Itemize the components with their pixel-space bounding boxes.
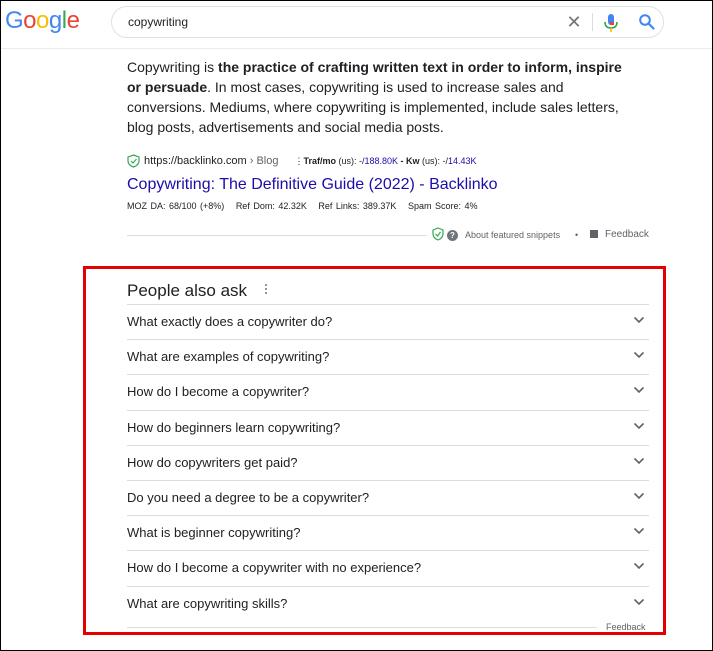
chevron-down-icon[interactable] <box>633 422 645 430</box>
paa-divider <box>127 627 597 628</box>
logo-letter: G <box>5 7 24 34</box>
chevron-down-icon[interactable] <box>633 562 645 570</box>
more-options-icon[interactable] <box>263 283 269 297</box>
keyword-value[interactable]: 14.43K <box>448 156 477 166</box>
feedback-flag-icon <box>590 230 598 238</box>
paa-title: People also ask <box>127 281 248 300</box>
seo-metrics: ⋮Traf/mo (us): -/188.80K - Kw (us): -/14… <box>294 155 477 166</box>
help-icon[interactable]: ? <box>447 230 458 241</box>
chevron-down-icon[interactable] <box>633 351 645 359</box>
paa-question-text: How do copywriters get paid? <box>127 454 298 470</box>
paa-question-text: How do I become a copywriter? <box>127 384 310 400</box>
mic-icon[interactable] <box>602 12 620 34</box>
paa-question-text: What exactly does a copywriter do? <box>127 314 333 329</box>
chevron-down-icon[interactable] <box>633 457 645 465</box>
featured-snippet-text: Copywriting is the practice of crafting … <box>127 57 637 137</box>
paa-feedback-link[interactable]: Feedback <box>606 622 646 632</box>
search-box[interactable]: copywriting ✕ <box>111 6 664 38</box>
paa-question[interactable]: What is beginner copywriting? <box>127 515 649 550</box>
clear-icon[interactable]: ✕ <box>565 12 583 32</box>
paa-question-text: What is beginner copywriting? <box>127 525 301 541</box>
paa-list: What exactly does a copywriter do? What a… <box>127 304 649 621</box>
about-featured-snippets-link[interactable]: About featured snippets <box>465 230 560 240</box>
chevron-down-icon[interactable] <box>633 598 645 606</box>
chevron-down-icon[interactable] <box>633 316 645 324</box>
divider <box>127 235 427 236</box>
logo-letter: o <box>23 7 37 34</box>
keyword-label: - Kw <box>398 155 420 166</box>
shield-check-icon <box>127 154 140 168</box>
paa-question[interactable]: How do I become a copywriter with no exp… <box>127 550 649 585</box>
moz-da: MOZ DA: 68/100 (+8%) <box>127 201 225 211</box>
result-title-link[interactable]: Copywriting: The Definitive Guide (2022)… <box>127 176 498 194</box>
google-logo[interactable]: Google <box>5 7 80 35</box>
paa-question[interactable]: Do you need a degree to be a copywriter? <box>127 479 649 515</box>
chevron-down-icon[interactable] <box>633 492 645 500</box>
paa-question-text: How do beginners learn copywriting? <box>127 419 341 435</box>
result-breadcrumb: › Blog <box>249 155 279 167</box>
paa-question[interactable]: What exactly does a copywriter do? <box>127 304 649 339</box>
paa-question[interactable]: What are copywriting skills? <box>127 585 649 621</box>
search-input[interactable]: copywriting <box>128 15 188 29</box>
moz-ref-dom: Ref Dom: 42.32K <box>235 201 307 211</box>
snippet-lead: Copywriting is <box>127 59 219 75</box>
paa-question-text: Do you need a degree to be a copywriter? <box>127 489 370 505</box>
paa-question[interactable]: How do I become a copywriter? <box>127 374 649 409</box>
moz-ref-links: Ref Links: 389.37K <box>318 201 397 211</box>
keyword-mid: (us): -/ <box>419 155 449 166</box>
chevron-down-icon[interactable] <box>633 386 645 394</box>
moz-spam-score: Spam Score: 4% <box>407 201 478 211</box>
paa-question-text: What are copywriting skills? <box>127 595 288 611</box>
logo-letter: g <box>48 7 62 34</box>
header: Google copywriting ✕ <box>1 1 712 49</box>
feedback-link[interactable]: Feedback <box>605 229 649 240</box>
citation-row: https://backlinko.com › Blog ⋮Traf/mo (u… <box>127 152 477 170</box>
shield-check-icon <box>432 227 444 241</box>
paa-question-text: What are examples of copywriting? <box>127 349 330 365</box>
paa-question[interactable]: How do beginners learn copywriting? <box>127 409 649 445</box>
traffic-value[interactable]: 188.80K <box>364 156 398 166</box>
logo-letter: o <box>36 7 49 34</box>
paa-question[interactable]: How do copywriters get paid? <box>127 444 649 480</box>
search-divider <box>592 13 593 31</box>
logo-letter: e <box>66 7 80 34</box>
separator-dot: • <box>575 230 579 240</box>
traffic-mid: (us): -/ <box>335 155 365 166</box>
result-url[interactable]: https://backlinko.com <box>144 155 247 167</box>
search-icon[interactable] <box>638 13 656 31</box>
about-snippets-row: ? About featured snippets • Feedback <box>127 226 649 246</box>
paa-question[interactable]: What are examples of copywriting? <box>127 339 649 374</box>
paa-question-text: How do I become a copywriter with no exp… <box>127 560 422 576</box>
chevron-down-icon[interactable] <box>633 527 645 535</box>
traffic-label: Traf/mo <box>303 155 336 166</box>
moz-metrics: MOZ DA: 68/100 (+8%) Ref Dom: 42.32K Ref… <box>127 201 485 211</box>
